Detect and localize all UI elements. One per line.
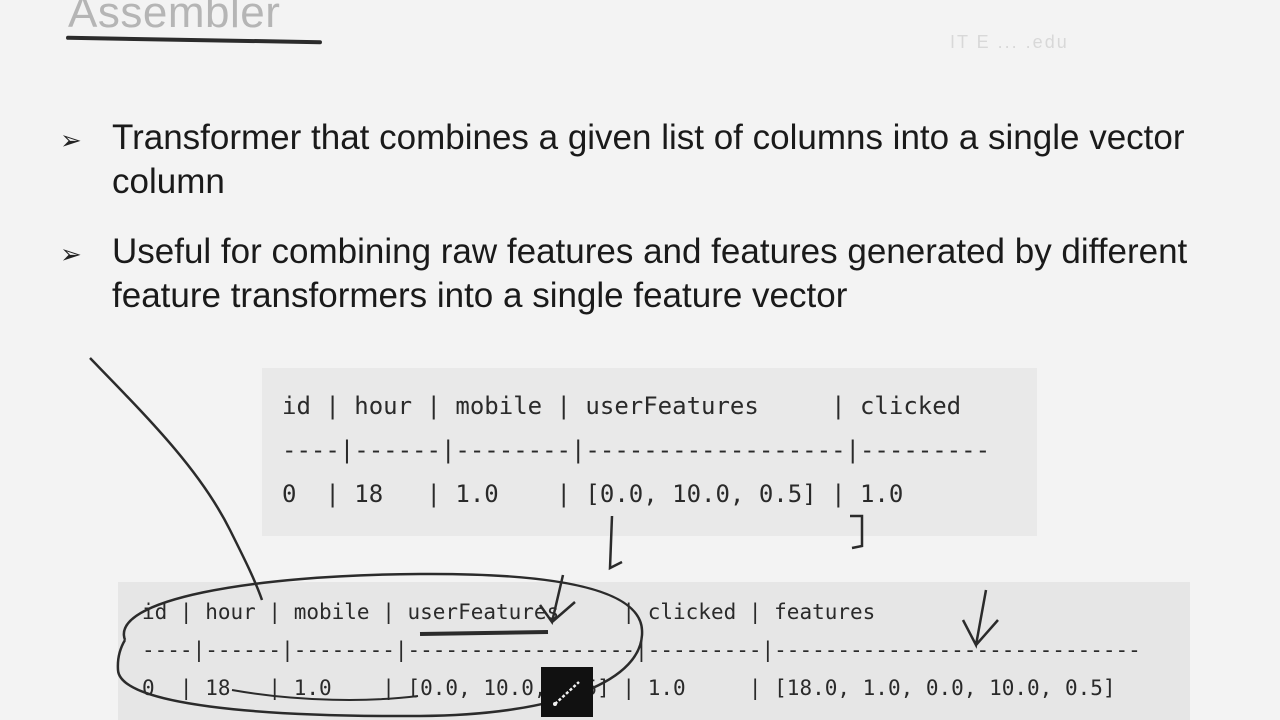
checkmark-stroke (961, 589, 999, 649)
pen-tool-icon[interactable] (541, 667, 593, 717)
connector-stroke (89, 357, 264, 601)
underline-stroke (419, 630, 549, 636)
pen-glyph (553, 681, 580, 706)
underline-stroke (231, 689, 419, 701)
bracket-stroke (608, 515, 623, 571)
slide: Assembler IT E ... .edu ➢ Transformer th… (0, 0, 1280, 720)
bracket-stroke (850, 514, 864, 550)
pen-annotations (89, 357, 999, 718)
